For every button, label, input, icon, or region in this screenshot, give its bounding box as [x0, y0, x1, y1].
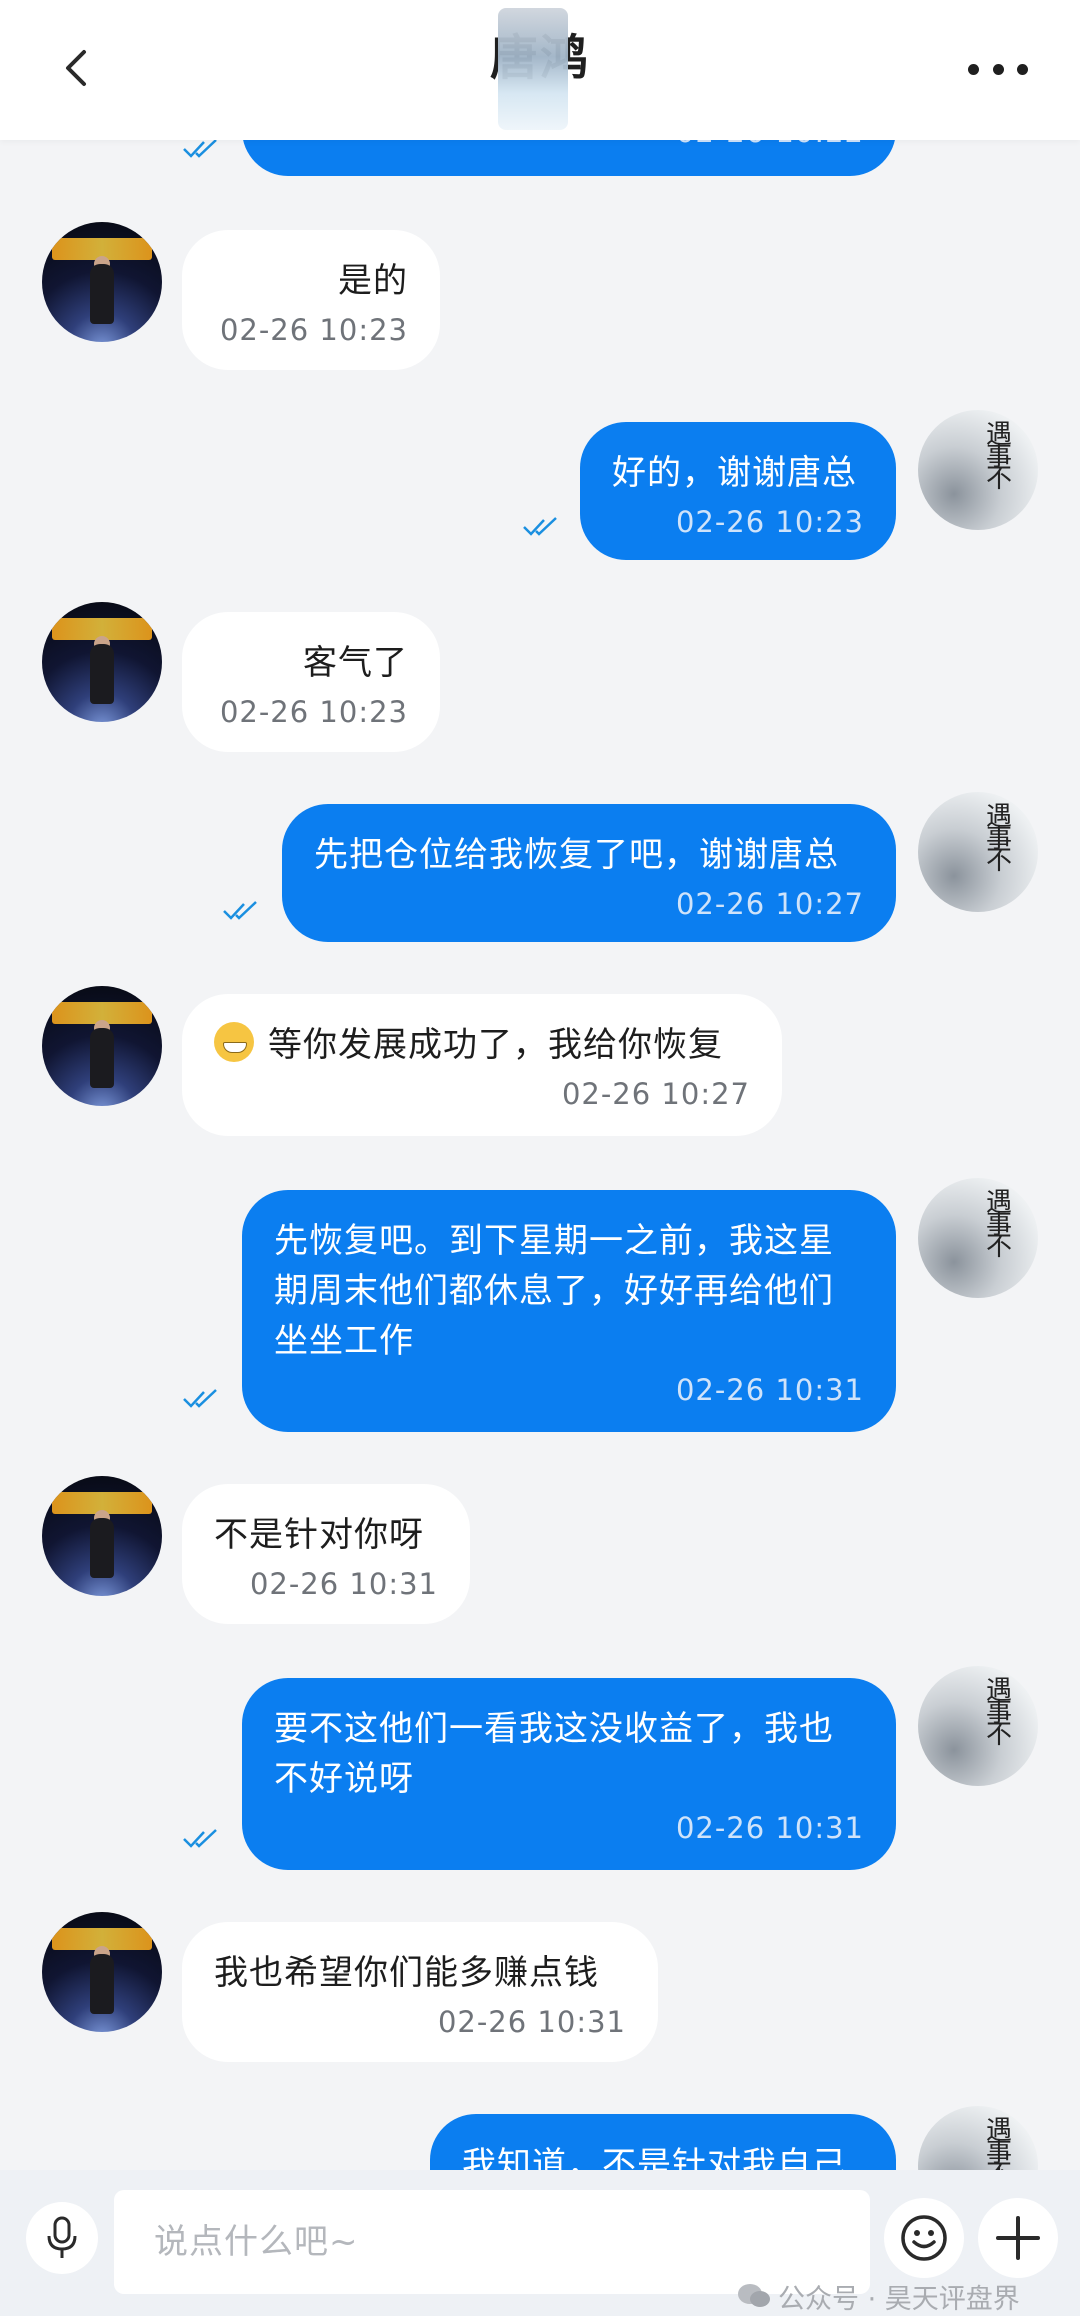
chat-header: 唐鸿: [0, 0, 1080, 140]
message-bubble-incoming[interactable]: 不是针对你呀 02-26 10:31: [182, 1484, 470, 1624]
message-time: 02-26 10:31: [437, 2005, 626, 2039]
message-text: 要不这他们一看我这没收益了，我也不好说呀: [274, 1709, 834, 1799]
message-time: 02-26 10:27: [675, 887, 864, 921]
message-text: 好的，谢谢唐总: [612, 453, 857, 493]
emoji-button[interactable]: [884, 2198, 964, 2278]
message-bubble-outgoing[interactable]: 我知道，不是针对我自己: [430, 2114, 896, 2170]
my-avatar[interactable]: 遇事不: [918, 2106, 1038, 2170]
message-bubble-incoming[interactable]: 客气了 02-26 10:23: [182, 612, 440, 752]
message-bubble-incoming[interactable]: 等你发展成功了，我给你恢复 02-26 10:27: [182, 994, 782, 1136]
my-avatar[interactable]: 遇事不: [918, 1666, 1038, 1786]
message-text: 我知道，不是针对我自己: [462, 2145, 847, 2170]
more-dots-icon: [968, 63, 979, 75]
chat-area: 02-26 10:22 是的 02-26 10:23 好的，谢谢唐总 02-26…: [0, 0, 1080, 2170]
contact-avatar[interactable]: [42, 1912, 162, 2032]
grinning-face-icon: [214, 1022, 254, 1062]
read-check-icon: [183, 1389, 217, 1408]
my-avatar[interactable]: 遇事不: [918, 410, 1038, 530]
message-time: 02-26 10:23: [675, 505, 864, 539]
name-redaction: [498, 8, 568, 130]
message-time: 02-26 10:27: [561, 1077, 750, 1111]
message-bubble-outgoing[interactable]: 先恢复吧。到下星期一之前，我这星期周末他们都休息了，好好再给他们坐坐工作 02-…: [242, 1190, 896, 1432]
read-check-icon: [183, 1829, 217, 1848]
more-button[interactable]: [968, 54, 1028, 84]
message-text: 客气了: [303, 643, 408, 683]
contact-avatar[interactable]: [42, 222, 162, 342]
contact-avatar[interactable]: [42, 986, 162, 1106]
message-time: 02-26 10:31: [249, 1567, 438, 1601]
wechat-icon: [738, 2284, 770, 2307]
microphone-icon: [47, 2216, 77, 2258]
more-actions-button[interactable]: [978, 2198, 1058, 2278]
message-text: 是的: [338, 261, 408, 301]
read-check-icon: [523, 517, 557, 536]
watermark: 公众号 · 昊天评盘界: [736, 2276, 1020, 2316]
plus-icon: [996, 2216, 1040, 2260]
read-check-icon: [223, 901, 257, 920]
my-avatar[interactable]: 遇事不: [918, 792, 1038, 912]
read-check-icon: [183, 139, 217, 158]
message-text: 我也希望你们能多赚点钱: [214, 1953, 599, 1993]
message-time: 02-26 10:23: [219, 695, 408, 729]
voice-button[interactable]: [26, 2202, 98, 2274]
my-avatar[interactable]: 遇事不: [918, 1178, 1038, 1298]
watermark-text: 公众号 · 昊天评盘界: [778, 2283, 1020, 2315]
contact-avatar[interactable]: [42, 602, 162, 722]
message-bubble-outgoing[interactable]: 好的，谢谢唐总 02-26 10:23: [580, 422, 896, 560]
message-text: 先把仓位给我恢复了吧，谢谢唐总: [314, 835, 839, 875]
message-text: 不是针对你呀: [214, 1515, 424, 1555]
message-bubble-outgoing[interactable]: 先把仓位给我恢复了吧，谢谢唐总 02-26 10:27: [282, 804, 896, 942]
message-bubble-outgoing[interactable]: 要不这他们一看我这没收益了，我也不好说呀 02-26 10:31: [242, 1678, 896, 1870]
message-time: 02-26 10:31: [675, 1811, 864, 1845]
smiley-icon: [901, 2215, 947, 2261]
message-time: 02-26 10:23: [219, 313, 408, 347]
message-time: 02-26 10:31: [675, 1373, 864, 1407]
message-text: 等你发展成功了，我给你恢复: [268, 1025, 723, 1065]
message-bubble-incoming[interactable]: 我也希望你们能多赚点钱 02-26 10:31: [182, 1922, 658, 2062]
message-bubble-incoming[interactable]: 是的 02-26 10:23: [182, 230, 440, 370]
contact-avatar[interactable]: [42, 1476, 162, 1596]
message-text: 先恢复吧。到下星期一之前，我这星期周末他们都休息了，好好再给他们坐坐工作: [274, 1221, 834, 1361]
